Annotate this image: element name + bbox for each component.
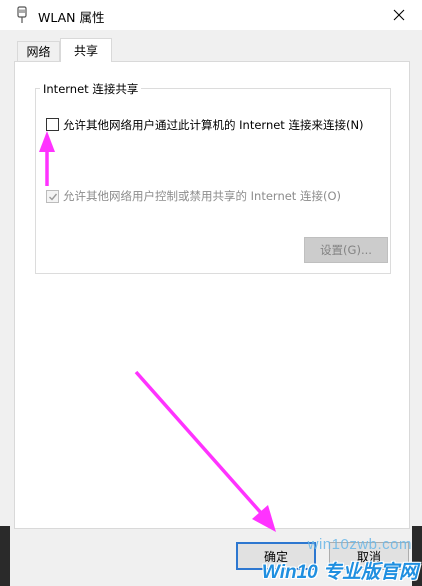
allow-share-checkbox[interactable]	[46, 118, 59, 131]
checkmark-icon	[48, 193, 57, 201]
allow-share-label[interactable]: 允许其他网络用户通过此计算机的 Internet 连接来连接(N)	[63, 117, 364, 133]
allow-control-checkbox	[46, 190, 59, 203]
close-icon	[393, 9, 405, 21]
close-button[interactable]	[376, 0, 422, 30]
cancel-button-label: 取消	[356, 549, 381, 564]
dialog-body: 网络 共享 Internet 连接共享 允许其他网络用户通过此计算机的 Inte…	[0, 30, 422, 586]
window-title: WLAN 属性	[38, 10, 105, 25]
settings-button-label: 设置(G)...	[320, 243, 372, 257]
internet-connection-sharing-group: Internet 连接共享 允许其他网络用户通过此计算机的 Internet 连…	[35, 81, 391, 274]
screen-edge-right	[412, 526, 422, 586]
network-adapter-icon	[17, 6, 27, 23]
title-bar: WLAN 属性	[0, 0, 422, 30]
wlan-properties-dialog: WLAN 属性 网络 共享 Internet 连接共享 允许其他网络用户通过此计…	[0, 0, 422, 586]
cancel-button[interactable]: 取消	[329, 542, 409, 570]
screen-edge-left	[0, 526, 10, 586]
tab-sharing-label: 共享	[73, 44, 98, 58]
tab-network-label: 网络	[26, 45, 51, 59]
ok-button[interactable]: 确定	[236, 542, 316, 570]
sharing-tab-panel: Internet 连接共享 允许其他网络用户通过此计算机的 Internet 连…	[14, 61, 410, 529]
allow-control-label: 允许其他网络用户控制或禁用共享的 Internet 连接(O)	[63, 189, 341, 203]
ok-button-label: 确定	[263, 549, 288, 564]
tab-network[interactable]: 网络	[17, 41, 60, 61]
group-title: Internet 连接共享	[40, 81, 142, 97]
tab-sharing[interactable]: 共享	[60, 38, 112, 62]
settings-button: 设置(G)...	[304, 237, 388, 263]
